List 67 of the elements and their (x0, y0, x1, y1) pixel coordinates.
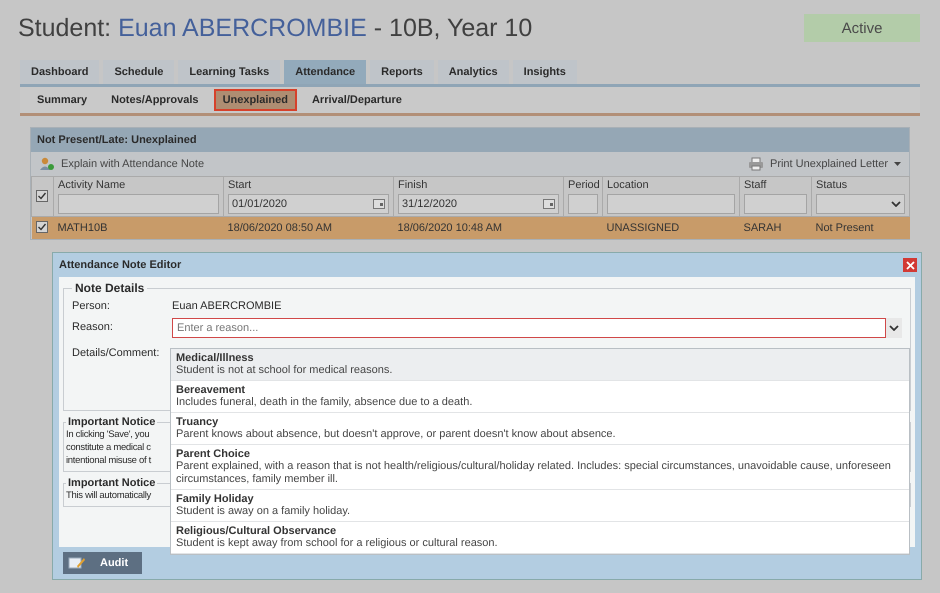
filter-field[interactable] (816, 194, 905, 214)
table-cell: MATH10B (58, 222, 108, 234)
tab[interactable]: Dashboard (20, 60, 100, 84)
column-header: Status (816, 179, 848, 191)
filter-field[interactable] (607, 194, 735, 214)
filter-field[interactable] (744, 194, 807, 214)
reason-option[interactable]: Medical/Illness Student is not at school for medical reasons. (171, 349, 909, 381)
field-label: Reason: (72, 320, 114, 335)
section-legend: Note Details (72, 281, 148, 295)
sub-tab[interactable]: Arrival/Departure (302, 89, 411, 111)
dropdown-caret-icon[interactable] (889, 325, 899, 331)
column-header: Start (228, 179, 252, 191)
printer-icon (748, 157, 764, 171)
notice-text: intentional misuse of t (66, 454, 151, 467)
field-label: Details/Comment: (72, 346, 160, 359)
filter-field[interactable] (58, 194, 219, 214)
status-badge: Active (804, 14, 920, 42)
tab[interactable]: Insights (512, 60, 577, 84)
column-header: Finish (398, 179, 428, 191)
field-label: Person: (72, 299, 111, 312)
dropdown-caret-icon[interactable] (891, 201, 901, 207)
reason-option[interactable]: Religious/Cultural Observance Student is kept away from school for a religious or cultural reason. (171, 522, 909, 554)
reason-option[interactable]: Family Holiday Student is away on a family holiday. (171, 490, 909, 522)
caret-icon (894, 162, 901, 166)
checkbox[interactable] (36, 221, 48, 233)
sub-tab[interactable]: Notes/Approvals (102, 89, 208, 111)
reason-field[interactable]: Enter a reason... (172, 318, 886, 338)
notice-text: constitute a medical c (66, 441, 151, 454)
table-cell: UNASSIGNED (606, 222, 680, 234)
table-cell: Not Present (816, 222, 874, 234)
notice-text: In clicking 'Save', you (66, 428, 150, 441)
panel-header: Not Present/Late: Unexplained (31, 128, 909, 152)
notepad-icon (68, 556, 86, 570)
print-letter-button[interactable]: Print Unexplained Letter (748, 157, 901, 171)
person-value: Euan ABERCROMBIE (172, 299, 282, 312)
sub-tab[interactable]: Summary (28, 89, 96, 111)
filter-field[interactable] (568, 194, 598, 214)
tab[interactable]: Reports (370, 60, 434, 84)
table-cell: 18/06/2020 08:50 AM (228, 222, 332, 234)
column-header: Staff (744, 179, 768, 191)
reason-option[interactable]: Truancy Parent knows about absence, but doesn't approve, or parent doesn't know about absence. (171, 413, 909, 445)
section-legend: Important Notice (66, 477, 158, 489)
table-cell: SARAH (744, 222, 782, 234)
checkbox[interactable] (36, 190, 48, 202)
column-header: Period (568, 179, 598, 191)
section-legend: Important Notice (66, 416, 158, 428)
tab[interactable]: Attendance (284, 60, 366, 84)
explain-button[interactable]: Explain with Attendance Note (39, 157, 204, 171)
audit-button[interactable]: Audit (63, 552, 142, 574)
reason-option[interactable]: Bereavement Includes funeral, death in the family, absence due to a death. (171, 381, 909, 413)
calendar-icon[interactable] (543, 199, 555, 209)
close-icon[interactable] (903, 258, 917, 272)
dialog-title: Attendance Note Editor (59, 259, 182, 271)
tab[interactable]: Analytics (438, 60, 509, 84)
tab[interactable]: Schedule (103, 60, 174, 84)
column-header: Location (607, 179, 650, 191)
sub-tab[interactable]: Unexplained (214, 89, 297, 111)
reason-option[interactable]: Parent Choice Parent explained, with a reason that is not health/religious/cultural/holiday related. Includes: special circumstances, unavoidable cause, unforeseen circumstances, family member ill. (171, 445, 909, 490)
column-header: Activity Name (58, 179, 126, 191)
filter-field[interactable]: 31/12/2020 (398, 194, 559, 214)
page-title: Student: Euan ABERCROMBIE - 10B, Year 10 (18, 14, 532, 42)
filter-field[interactable]: 01/01/2020 (228, 194, 389, 214)
person-icon (39, 157, 55, 171)
calendar-icon[interactable] (373, 199, 385, 209)
notice-text: This will automatically (66, 489, 151, 502)
tab[interactable]: Learning Tasks (178, 60, 280, 84)
table-cell: 18/06/2020 10:48 AM (398, 222, 502, 234)
